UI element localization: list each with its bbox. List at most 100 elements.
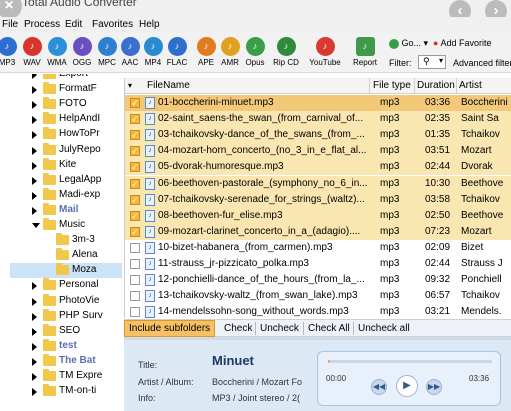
- format-button-rip-cd[interactable]: ♪ Rip CD: [270, 37, 302, 67]
- check-all-button[interactable]: Check All: [308, 323, 350, 334]
- file-row[interactable]: ♪ 11-strauss_jr-pizzicato_polka.mp3 mp3 02:…: [125, 256, 511, 272]
- collapse-arrow-icon[interactable]: [32, 223, 40, 228]
- seek-bar[interactable]: [328, 360, 492, 363]
- tree-item-personal[interactable]: Personal: [0, 278, 122, 293]
- row-checkbox[interactable]: [130, 275, 140, 286]
- format-button-mp3[interactable]: ♪ MP3: [0, 37, 18, 67]
- file-row[interactable]: ♪ 14-mendelssohn-song_without_words.mp3 mp…: [125, 304, 511, 318]
- row-checkbox[interactable]: [130, 307, 140, 318]
- tree-item-foto[interactable]: FOTO: [0, 97, 122, 112]
- file-row[interactable]: ✓ ♪ 08-beethoven-fur_elise.mp3 mp3 02:50 Beet…: [125, 207, 511, 224]
- tree-item-legalapp[interactable]: LegalApp: [0, 172, 122, 188]
- format-button-amr[interactable]: ♪ AMR: [219, 37, 241, 67]
- format-button-ape[interactable]: ♪ APE: [195, 37, 217, 67]
- menu-file[interactable]: File: [2, 19, 18, 30]
- tree-item-the-bat[interactable]: The Bat: [0, 353, 122, 369]
- expand-arrow-icon[interactable]: [32, 161, 37, 170]
- filter-dropdown[interactable]: ⚲ ▾: [418, 55, 446, 69]
- file-row[interactable]: ✓ ♪ 04-mozart-horn_concerto_(no_3_in_e_fla…: [125, 143, 511, 160]
- rewind-icon[interactable]: ◀◀: [371, 379, 387, 395]
- expand-arrow-icon[interactable]: [32, 86, 37, 95]
- format-button-mpc[interactable]: ♪ MPC: [96, 37, 118, 67]
- expand-arrow-icon[interactable]: [32, 312, 37, 321]
- format-button-wav[interactable]: ♪ WAV: [21, 37, 43, 67]
- file-row[interactable]: ✓ ♪ 09-mozart-clarinet_concerto_in_a_(adag…: [125, 223, 511, 240]
- expand-arrow-icon[interactable]: [32, 131, 37, 140]
- menu-edit[interactable]: Edit: [65, 19, 82, 30]
- go-button[interactable]: Go... ▾: [389, 38, 428, 49]
- include-subfolders-button[interactable]: Include subfolders: [124, 320, 216, 337]
- tree-item-helpandi[interactable]: HelpAndI: [0, 112, 122, 127]
- expand-arrow-icon[interactable]: [32, 388, 37, 397]
- tree-item-3m-3[interactable]: 3m-3: [10, 233, 122, 248]
- play-icon[interactable]: ▶: [396, 375, 418, 397]
- menu-favorites[interactable]: Favorites: [92, 19, 133, 30]
- column-duration[interactable]: Duration: [417, 80, 455, 91]
- menu-help[interactable]: Help: [139, 19, 160, 30]
- row-checkbox[interactable]: ✓: [130, 210, 140, 221]
- tree-item-photovie[interactable]: PhotoVie: [0, 293, 122, 309]
- row-checkbox[interactable]: ✓: [130, 162, 140, 173]
- tree-item-music[interactable]: Music: [0, 218, 122, 233]
- expand-arrow-icon[interactable]: [32, 116, 37, 125]
- row-checkbox[interactable]: ✓: [130, 130, 140, 141]
- row-checkbox[interactable]: ✓: [130, 146, 140, 157]
- format-button-flac[interactable]: ♪ FLAC: [166, 37, 188, 67]
- expand-arrow-icon[interactable]: [32, 297, 37, 306]
- tree-item-moza[interactable]: Moza: [10, 263, 122, 279]
- expand-arrow-icon[interactable]: [32, 206, 37, 215]
- file-row[interactable]: ✓ ♪ 05-dvorak-humoresque.mp3 mp3 02:44 Dvorak: [125, 159, 511, 176]
- expand-arrow-icon[interactable]: [32, 176, 37, 185]
- tree-item-formatf[interactable]: FormatF: [0, 82, 122, 97]
- format-button-ogg[interactable]: ♪ OGG: [71, 37, 93, 67]
- format-button-aac[interactable]: ♪ AAC: [119, 37, 141, 67]
- expand-arrow-icon[interactable]: [32, 357, 37, 366]
- row-checkbox[interactable]: [130, 291, 140, 302]
- row-checkbox[interactable]: ✓: [130, 98, 140, 108]
- uncheck-all-button[interactable]: Uncheck all: [358, 323, 410, 334]
- row-checkbox[interactable]: ✓: [130, 226, 140, 237]
- file-row[interactable]: ✓ ♪ 06-beethoven-pastorale_(symphony_no_6_…: [125, 175, 511, 192]
- column-artist[interactable]: Artist: [459, 80, 482, 91]
- tree-item-julyrepo[interactable]: JulyRepo: [0, 142, 122, 158]
- tree-item-seo[interactable]: SEO: [0, 323, 122, 339]
- expand-icon[interactable]: ▾: [128, 81, 132, 90]
- row-checkbox[interactable]: [130, 259, 140, 269]
- tree-item-tm-on-ti[interactable]: TM-on-ti: [0, 384, 122, 399]
- file-row[interactable]: ✓ ♪ 01-boccherini-minuet.mp3 mp3 03:36 Bocche…: [125, 95, 511, 111]
- tree-item-howtopr[interactable]: HowToPr: [0, 127, 122, 142]
- advanced-filter-button[interactable]: Advanced filter: [453, 58, 511, 68]
- expand-arrow-icon[interactable]: [32, 373, 37, 381]
- row-checkbox[interactable]: ✓: [130, 114, 140, 125]
- uncheck-button[interactable]: Uncheck: [260, 323, 299, 334]
- file-row[interactable]: ✓ ♪ 02-saint_saens-the_swan_(from_carnival…: [125, 111, 511, 128]
- add-favorite-button[interactable]: ● Add Favorite: [433, 38, 491, 48]
- file-row[interactable]: ✓ ♪ 07-tchaikovsky-serenade_for_strings_(w…: [125, 191, 511, 208]
- file-row[interactable]: ♪ 12-ponchielli-dance_of_the_hours_(from_…: [125, 272, 511, 288]
- format-button-wma[interactable]: ♪ WMA: [46, 37, 68, 67]
- expand-arrow-icon[interactable]: [32, 101, 37, 110]
- check-button[interactable]: Check: [224, 323, 252, 334]
- tree-item-madi-exp[interactable]: Madi-exp: [0, 187, 122, 203]
- tree-item-tm-expre[interactable]: TM Expre: [0, 369, 122, 384]
- expand-arrow-icon[interactable]: [32, 146, 37, 155]
- tree-item-alena[interactable]: Alena: [10, 248, 122, 263]
- row-checkbox[interactable]: [130, 242, 140, 253]
- tree-item-test[interactable]: test: [0, 338, 122, 354]
- column-file-type[interactable]: File type: [373, 80, 411, 91]
- tree-item-php-surv[interactable]: PHP Surv: [0, 308, 122, 324]
- expand-arrow-icon[interactable]: [32, 327, 37, 336]
- menu-process[interactable]: Process: [24, 19, 60, 30]
- expand-arrow-icon[interactable]: [32, 282, 37, 291]
- file-row[interactable]: ✓ ♪ 03-tchaikovsky-dance_of_the_swans_(fro…: [125, 127, 511, 144]
- tree-item-mail[interactable]: Mail: [0, 202, 122, 218]
- file-row[interactable]: ♪ 13-tchaikovsky-waltz_(from_swan_lake).m…: [125, 288, 511, 304]
- row-checkbox[interactable]: ✓: [130, 178, 140, 189]
- expand-arrow-icon[interactable]: [32, 191, 37, 200]
- expand-arrow-icon[interactable]: [32, 74, 37, 79]
- column-filename[interactable]: FileName: [147, 80, 190, 91]
- tree-item-kite[interactable]: Kite: [0, 157, 122, 173]
- tree-item-export[interactable]: Export: [0, 74, 122, 82]
- format-button-youtube[interactable]: ♪ YouTube: [305, 37, 345, 67]
- format-button-opus[interactable]: ♪ Opus: [244, 37, 266, 67]
